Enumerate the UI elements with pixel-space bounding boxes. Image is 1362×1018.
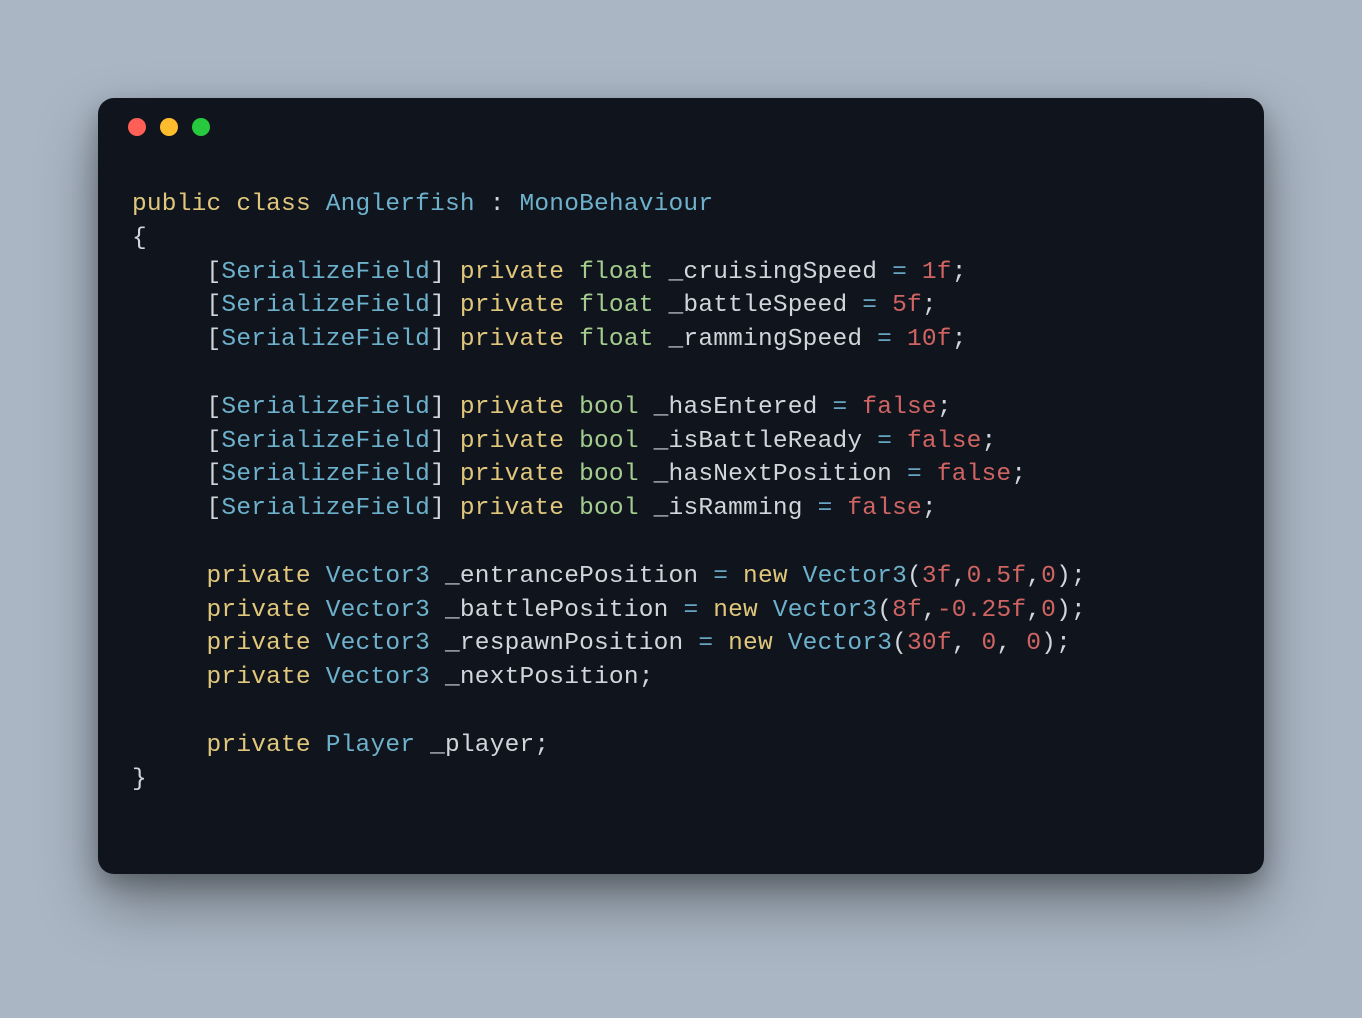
minimize-icon[interactable]	[160, 118, 178, 136]
window-titlebar	[98, 98, 1264, 156]
code-block: public class Anglerfish : MonoBehaviour …	[98, 156, 1264, 836]
close-icon[interactable]	[128, 118, 146, 136]
zoom-icon[interactable]	[192, 118, 210, 136]
code-window: public class Anglerfish : MonoBehaviour …	[98, 98, 1264, 874]
